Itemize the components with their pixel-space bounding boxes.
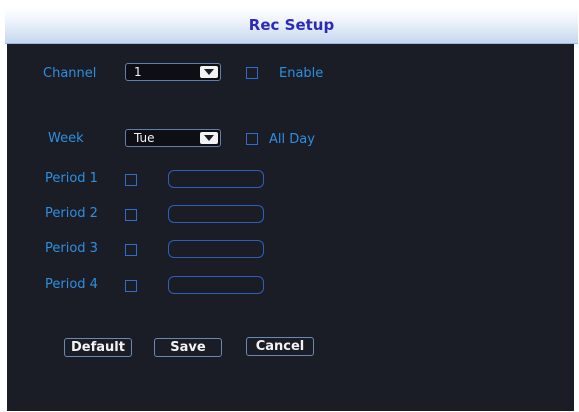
- channel-label: Channel: [43, 66, 97, 81]
- period-2-checkbox[interactable]: [125, 209, 137, 221]
- all-day-checkbox[interactable]: [246, 133, 258, 145]
- period-2-label: Period 2: [45, 206, 98, 221]
- week-select-value: Tue: [134, 131, 155, 145]
- window-title: Rec Setup: [248, 16, 335, 34]
- period-4-checkbox[interactable]: [125, 280, 137, 292]
- settings-panel: Channel 1 Enable Week Tue All Day Period…: [7, 44, 574, 411]
- channel-select-value: 1: [134, 65, 142, 79]
- period-3-time-field[interactable]: [168, 240, 264, 258]
- enable-checkbox[interactable]: [246, 67, 258, 79]
- save-button[interactable]: Save: [154, 338, 222, 357]
- chevron-down-icon[interactable]: [200, 66, 218, 78]
- period-4-label: Period 4: [45, 277, 98, 292]
- cancel-button[interactable]: Cancel: [246, 337, 314, 356]
- rec-setup-window: Rec Setup Channel 1 Enable Week Tue All …: [1, 1, 578, 411]
- period-2-time-field[interactable]: [168, 205, 264, 223]
- week-select[interactable]: Tue: [125, 129, 221, 147]
- period-4-time-field[interactable]: [168, 276, 264, 294]
- all-day-label: All Day: [269, 132, 315, 147]
- period-1-checkbox[interactable]: [125, 174, 137, 186]
- period-3-checkbox[interactable]: [125, 244, 137, 256]
- period-3-label: Period 3: [45, 241, 98, 256]
- week-label: Week: [48, 131, 84, 146]
- enable-label: Enable: [279, 66, 324, 81]
- default-button[interactable]: Default: [64, 338, 132, 357]
- period-1-time-field[interactable]: [168, 170, 264, 188]
- period-1-label: Period 1: [45, 171, 98, 186]
- chevron-down-icon[interactable]: [200, 132, 218, 144]
- channel-select[interactable]: 1: [125, 63, 221, 81]
- title-bar: Rec Setup: [5, 7, 578, 44]
